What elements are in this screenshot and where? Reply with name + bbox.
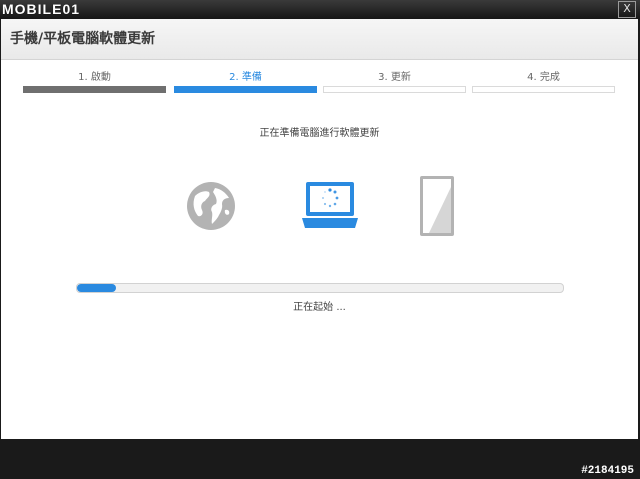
step-indicator: 1. 啟動 2. 準備 3. 更新 4. 完成 (23, 67, 619, 93)
step-bar (323, 86, 466, 93)
step-start: 1. 啟動 (23, 67, 166, 93)
laptop-icon (300, 180, 360, 236)
step-label: 1. 啟動 (78, 72, 111, 83)
step-complete: 4. 完成 (472, 67, 615, 93)
step-update: 3. 更新 (323, 67, 466, 93)
step-bar (472, 86, 615, 93)
page-title: 手機/平板電腦軟體更新 (10, 31, 156, 47)
phone-icon (419, 175, 455, 241)
step-bar (174, 86, 317, 93)
mobile01-logo: MOBILE01 (2, 1, 81, 17)
update-window: 手機/平板電腦軟體更新 1. 啟動 2. 準備 3. 更新 4. 完成 正在準備… (1, 19, 638, 439)
progress-bar (76, 283, 564, 293)
progress-status: 正在起始 ... (293, 302, 346, 313)
window-titlebar: MOBILE01 X (0, 0, 640, 19)
watermark: #2184195 (581, 465, 634, 477)
step-label: 4. 完成 (527, 72, 560, 83)
step-bar (23, 86, 166, 93)
window-header: 手機/平板電腦軟體更新 (1, 19, 638, 60)
step-prepare: 2. 準備 (174, 67, 317, 93)
progress-fill (77, 284, 116, 292)
close-button[interactable]: X (618, 1, 636, 18)
step-label: 2. 準備 (229, 72, 262, 83)
status-message: 正在準備電腦進行軟體更新 (259, 128, 380, 139)
globe-icon (185, 180, 237, 236)
step-label: 3. 更新 (378, 72, 411, 83)
